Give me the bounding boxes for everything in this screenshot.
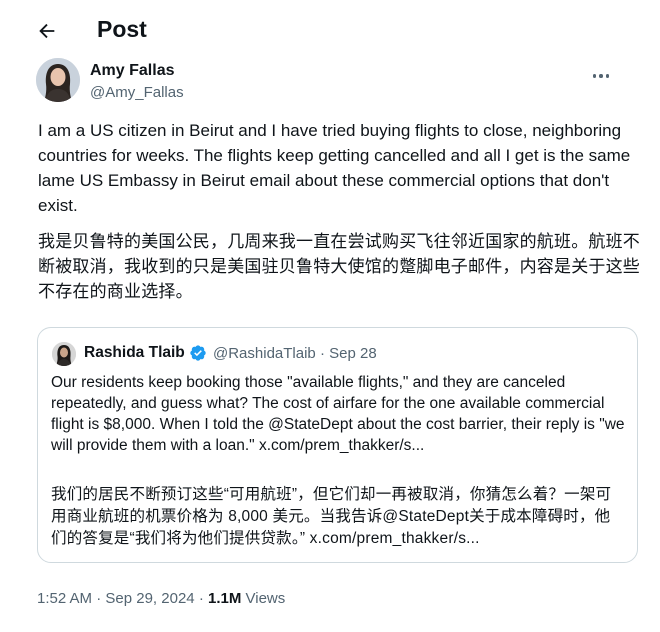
verified-badge-icon [190,345,206,361]
post-date[interactable]: Sep 29, 2024 [105,590,194,607]
arrow-left-icon [39,23,55,39]
more-horizontal-icon [592,74,610,78]
quote-text-english: Our residents keep booking those "availa… [51,374,625,454]
quote-meta: @RashidaTlaib · Sep 28 [213,345,377,362]
post-meta: 1:52 AM · Sep 29, 2024 · 1.1M Views [37,590,285,607]
author-handle[interactable]: @Amy_Fallas [90,84,184,101]
post-time[interactable]: 1:52 AM [37,590,92,607]
meta-separator-1: · [96,590,102,607]
quote-date[interactable]: Sep 28 [329,345,377,362]
post-text-english: I am a US citizen in Beirut and I have t… [38,121,631,215]
post-author: Amy Fallas @Amy_Fallas [36,58,636,106]
header: Post [0,0,660,58]
quote-separator: · [319,345,325,362]
quote-author-name[interactable]: Rashida Tlaib [84,344,185,362]
back-button[interactable] [30,14,64,48]
quoted-post[interactable]: Rashida Tlaib @RashidaTlaib · Sep 28 Our… [37,327,638,563]
author-name[interactable]: Amy Fallas [90,62,174,80]
meta-separator-2: · [198,590,204,607]
page-title: Post [97,16,147,42]
quote-author-handle[interactable]: @RashidaTlaib [213,345,316,362]
quote-text-chinese: 我们的居民不断预订这些“可用航班”，但它们却一再被取消，你猜怎么着？一架可用商业… [51,486,612,547]
author-avatar[interactable] [36,58,80,102]
post-text-chinese: 我是贝鲁特的美国公民，几周来我一直在尝试购买飞往邻近国家的航班。航班不断被取消，… [38,232,640,301]
views-label: Views [245,590,286,607]
more-options-button[interactable] [586,66,616,86]
quote-author-avatar[interactable] [52,342,76,366]
view-count: 1.1M [207,590,242,607]
